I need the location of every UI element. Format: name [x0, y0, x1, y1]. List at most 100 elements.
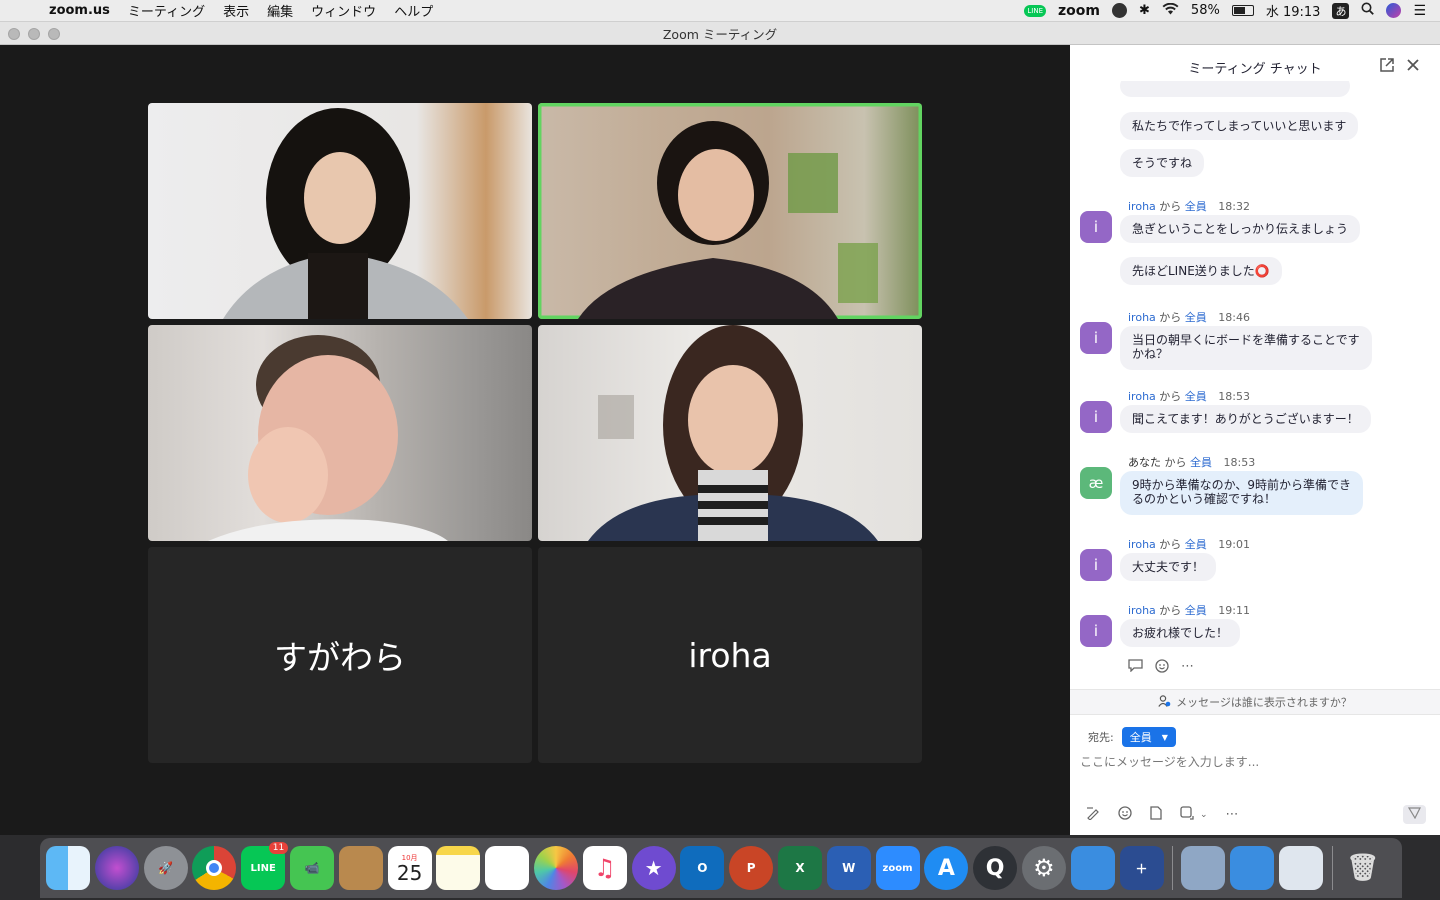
launchpad-icon[interactable]: 🚀	[143, 846, 188, 890]
calendar-icon[interactable]: 10月 25	[387, 846, 432, 890]
line-app-icon[interactable]: LINE 11	[241, 842, 289, 890]
recipient-label: 全員	[1184, 390, 1207, 403]
facetime-icon[interactable]: 📹	[289, 846, 334, 890]
powerpoint-icon[interactable]: P	[729, 846, 774, 890]
reply-thread-icon[interactable]	[1128, 659, 1143, 677]
message-time: 18:53	[1218, 390, 1250, 403]
bluetooth-icon[interactable]: ✱	[1139, 3, 1150, 18]
quicktime-icon[interactable]: Q	[973, 846, 1018, 890]
format-text-icon[interactable]	[1086, 806, 1100, 824]
video-tile-participant-4[interactable]	[538, 325, 922, 541]
notes-icon[interactable]	[436, 846, 481, 890]
message-meta: iroha から 全員 19:01	[1128, 536, 1250, 552]
sender-name: あなた	[1128, 456, 1161, 469]
wifi-icon[interactable]	[1162, 2, 1179, 19]
excel-icon[interactable]: X	[777, 846, 822, 890]
photos-icon[interactable]	[533, 846, 578, 890]
zoom-app-icon[interactable]: zoom	[875, 846, 920, 890]
video-tile-participant-2[interactable]	[538, 103, 922, 319]
app-store-icon[interactable]: A	[924, 846, 969, 890]
font-book-icon[interactable]: ＋	[1119, 846, 1164, 890]
popout-icon[interactable]	[1380, 58, 1394, 76]
window-title: Zoom ミーティング	[662, 26, 778, 42]
close-chat-icon[interactable]	[1406, 58, 1420, 76]
word-icon[interactable]: W	[826, 846, 871, 890]
menu-bar: zoom.us ミーティング 表示 編集 ウィンドウ ヘルプ LINE zoom…	[0, 0, 1440, 22]
send-icon[interactable]	[1403, 805, 1426, 824]
line-badge: 11	[268, 842, 289, 854]
migration-assistant-icon[interactable]	[1070, 846, 1115, 890]
message-input[interactable]	[1080, 750, 1420, 774]
participant-name-iroha: iroha	[688, 635, 772, 675]
menu-app-name[interactable]: zoom.us	[40, 3, 119, 18]
outlook-icon[interactable]: O	[680, 846, 725, 890]
chat-message-bubble: 大丈夫です！	[1120, 553, 1217, 581]
trash-icon[interactable]: 🗑	[1341, 846, 1385, 890]
recipient-dropdown[interactable]: 全員 ▼	[1121, 727, 1176, 747]
chat-message-bubble: お疲れ様でした！	[1120, 619, 1241, 647]
message-meta: あなた から 全員 18:53	[1128, 454, 1255, 470]
status-area: LINE zoom ✱ 58% 水 19:13 あ ☰	[1012, 1, 1440, 20]
from-label: から	[1164, 456, 1187, 469]
chat-messages[interactable]: 私たちで作ってしまっていいと思います そうですね i iroha から 全員 1…	[1070, 81, 1440, 689]
message-meta: iroha から 全員 18:46	[1128, 309, 1250, 325]
recipient-value: 全員	[1129, 731, 1152, 744]
from-label: から	[1159, 311, 1182, 324]
screenshot-icon[interactable]	[1180, 805, 1194, 824]
chat-message-bubble: 当日の朝早くにボードを準備することです かね？	[1120, 326, 1372, 370]
menu-edit[interactable]: 編集	[258, 1, 302, 20]
clock[interactable]: 水 19:13	[1266, 1, 1321, 20]
zoom-window-button[interactable]	[48, 28, 60, 40]
more-options-icon[interactable]: ⋯	[1181, 659, 1194, 677]
zoom-status-label[interactable]: zoom	[1058, 3, 1100, 19]
line-status-icon[interactable]: LINE	[1024, 4, 1047, 17]
video-tile-participant-1[interactable]	[148, 103, 532, 319]
siri-status-icon[interactable]	[1386, 3, 1402, 18]
notification-center-icon[interactable]: ☰	[1413, 3, 1426, 19]
video-tile-participant-3[interactable]	[148, 325, 532, 541]
emoji-icon[interactable]	[1118, 805, 1132, 824]
stickies-icon[interactable]	[1278, 846, 1323, 890]
music-icon[interactable]: ♫	[582, 846, 627, 890]
menu-meeting[interactable]: ミーティング	[119, 1, 214, 20]
network-utility-icon[interactable]	[1230, 846, 1275, 890]
ime-indicator[interactable]: あ	[1332, 2, 1350, 19]
window-controls	[8, 28, 68, 40]
chrome-icon[interactable]	[192, 846, 237, 890]
chat-message-bubble: 聞こえてます！ありがとうございますー！	[1120, 405, 1371, 433]
imovie-icon[interactable]: ★	[631, 846, 676, 890]
chat-title: ミーティング チャット	[1188, 61, 1322, 77]
reminders-icon[interactable]	[485, 846, 530, 890]
contacts-icon[interactable]	[338, 846, 383, 890]
minimize-window-button[interactable]	[28, 28, 40, 40]
bubble-line: 当日の朝早くにボードを準備することです	[1132, 333, 1360, 347]
visibility-info[interactable]: メッセージは誰に表示されますか？	[1070, 689, 1440, 715]
add-reaction-icon[interactable]	[1155, 659, 1169, 677]
message-time: 19:11	[1218, 604, 1250, 617]
close-window-button[interactable]	[8, 28, 20, 40]
battery-icon[interactable]	[1231, 5, 1254, 16]
preview-icon[interactable]	[1181, 846, 1226, 890]
menu-view[interactable]: 表示	[214, 1, 258, 20]
grammarly-icon[interactable]	[1112, 3, 1128, 18]
avatar: i	[1080, 615, 1112, 647]
message-time: 18:46	[1218, 311, 1250, 324]
video-tile-iroha[interactable]: iroha	[538, 547, 922, 763]
to-label: 宛先:	[1088, 731, 1114, 744]
people-icon	[1158, 694, 1171, 710]
calendar-day: 25	[396, 861, 423, 885]
recipient-label: 全員	[1184, 311, 1207, 324]
menu-window[interactable]: ウィンドウ	[302, 1, 385, 20]
chat-message-bubble: 私たちで作ってしまっていいと思います	[1120, 112, 1359, 140]
chevron-down-icon[interactable]: ⌄	[1200, 810, 1208, 820]
system-preferences-icon[interactable]: ⚙	[1021, 846, 1066, 890]
finder-icon[interactable]	[46, 846, 90, 890]
more-options-icon[interactable]: ⋯	[1226, 807, 1239, 822]
siri-icon[interactable]	[94, 846, 139, 890]
video-tile-sugawara[interactable]: すがわら	[148, 547, 532, 763]
sender-name: iroha	[1128, 390, 1156, 403]
file-icon[interactable]	[1150, 805, 1162, 824]
spotlight-search-icon[interactable]	[1361, 2, 1375, 19]
caret-down-icon: ▼	[1161, 732, 1168, 742]
menu-help[interactable]: ヘルプ	[385, 1, 442, 20]
